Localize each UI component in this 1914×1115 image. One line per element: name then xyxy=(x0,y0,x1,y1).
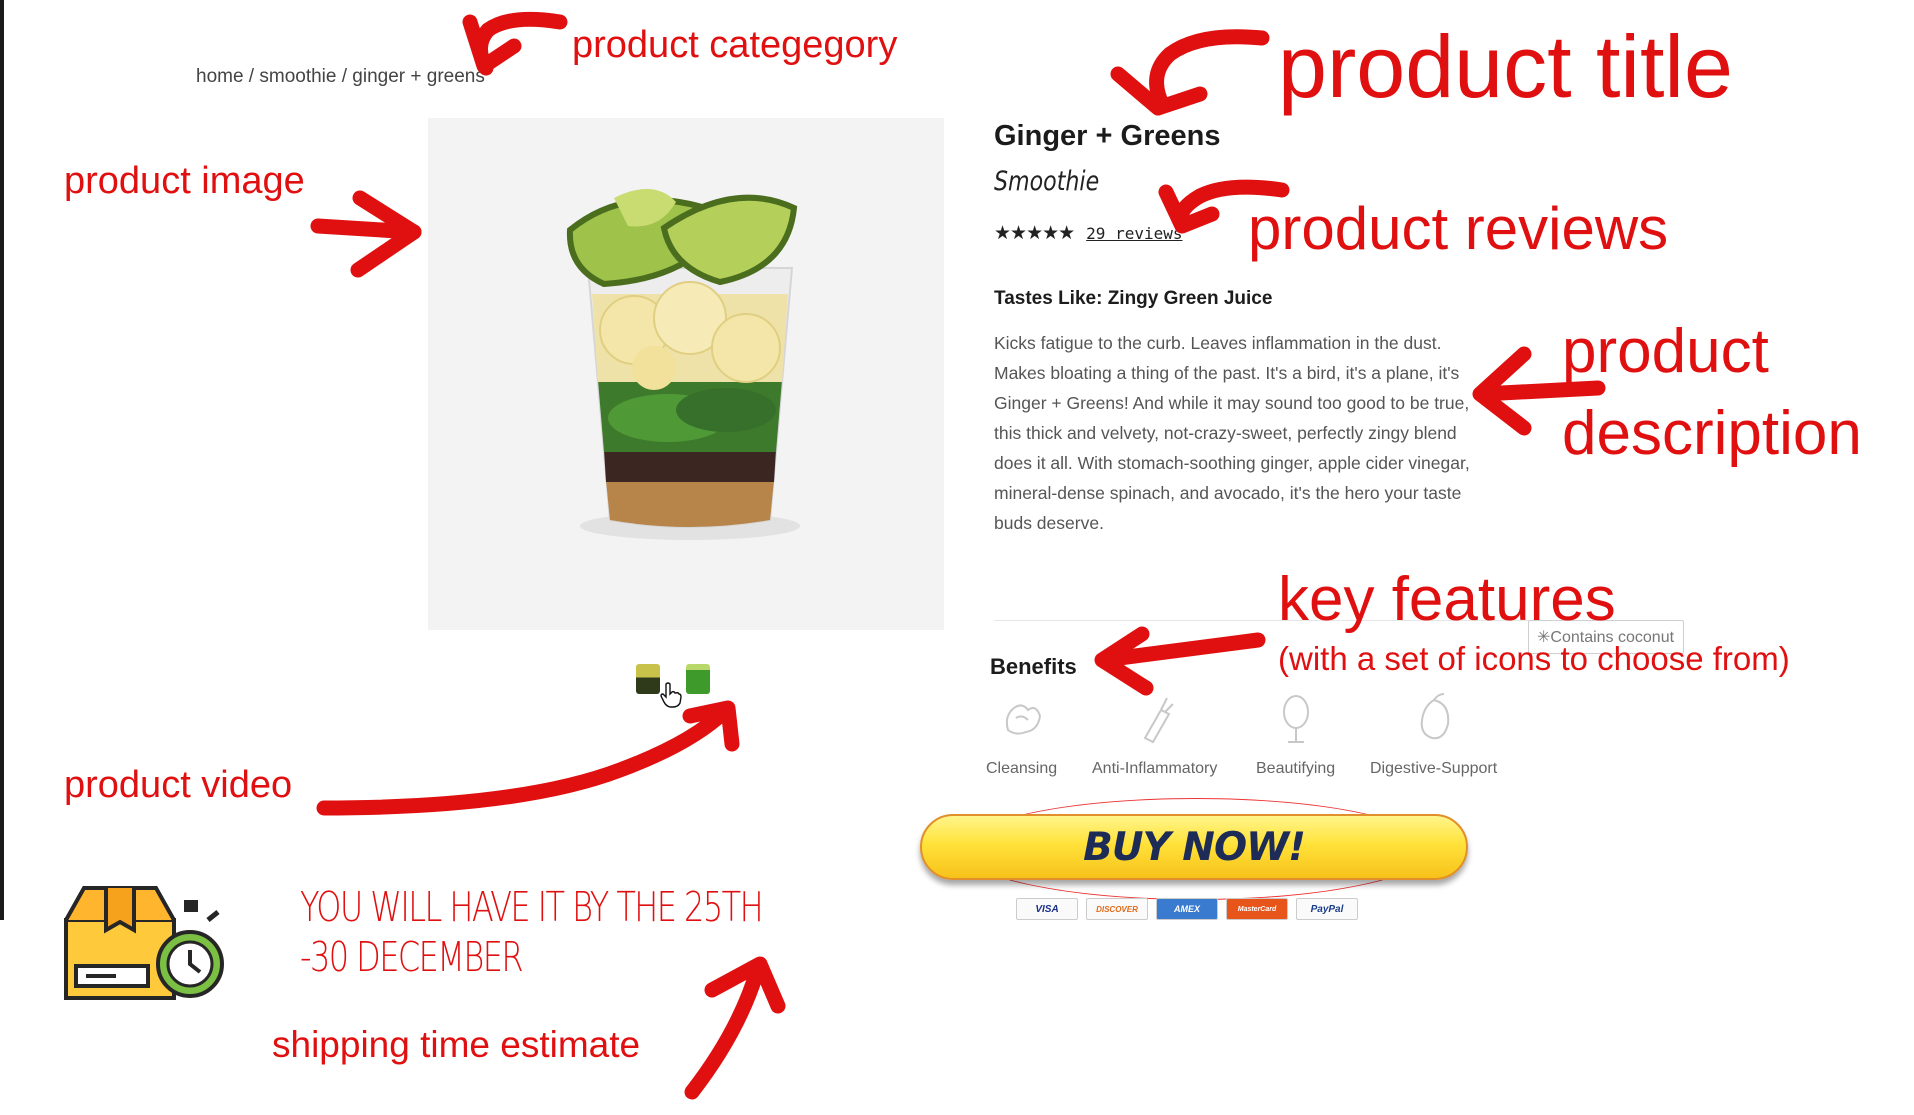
benefit-anti-inflammatory: Anti-Inflammatory xyxy=(1092,690,1217,778)
arrow-description xyxy=(1474,380,1606,402)
benefit-digestive-support: Digestive-Support xyxy=(1370,690,1497,778)
breadcrumb[interactable]: home / smoothie / ginger + greens xyxy=(196,66,485,88)
annotation-product-description-line1: product xyxy=(1562,317,1769,386)
discover-card-icon: DISCOVER xyxy=(1086,898,1148,920)
benefit-cleansing: Cleansing xyxy=(986,690,1057,778)
benefit-label: Cleansing xyxy=(986,760,1058,777)
shipping-delivery-date: YOU WILL HAVE IT BY THE 25TH -30 DECEMBE… xyxy=(300,883,764,981)
annotation-product-image: product image xyxy=(64,160,305,202)
hand-cursor-icon xyxy=(660,682,682,708)
arrow-reviews-head xyxy=(1158,184,1220,234)
arrow-title xyxy=(1149,29,1270,112)
benefit-label: Beautifying xyxy=(1256,760,1336,777)
paypal-icon: PayPal xyxy=(1296,898,1358,920)
shipping-box-stopwatch-icon xyxy=(64,886,224,1000)
video-thumbnail[interactable] xyxy=(686,664,710,694)
annotation-product-reviews: product reviews xyxy=(1248,195,1669,262)
benefit-label: Digestive-Support xyxy=(1370,760,1498,777)
arrow-category xyxy=(473,11,568,76)
visa-card-icon: VISA xyxy=(1016,898,1078,920)
image-thumbnail[interactable] xyxy=(636,664,660,694)
beautifying-icon xyxy=(1282,695,1309,743)
annotation-product-category: product categegory xyxy=(572,24,898,66)
arrow-image-head xyxy=(350,190,422,278)
buy-now-label: BUY NOW! xyxy=(1083,824,1306,870)
tastes-like-heading: Tastes Like: Zingy Green Juice xyxy=(994,288,1273,309)
rating-row: ★★★★★ 29 reviews xyxy=(994,222,1183,245)
arrow-features xyxy=(1096,632,1266,668)
product-subtitle: Smoothie xyxy=(994,166,1100,197)
annotation-key-features: key features xyxy=(1278,565,1616,634)
benefit-beautifying: Beautifying xyxy=(1256,690,1335,778)
anti-inflammatory-icon xyxy=(1143,697,1174,744)
arrow-features-head xyxy=(1094,626,1154,696)
arrow-category-head xyxy=(462,14,522,74)
annotation-product-video: product video xyxy=(64,764,293,806)
smoothie-cup-illustration xyxy=(566,188,800,540)
buy-now-button[interactable]: BUY NOW! xyxy=(920,814,1468,880)
arrow-video xyxy=(316,704,732,816)
payment-methods: VISA DISCOVER AMEX MasterCard PayPal xyxy=(1016,898,1358,920)
amex-card-icon: AMEX xyxy=(1156,898,1218,920)
product-image[interactable] xyxy=(428,118,944,630)
annotation-product-description-line2: description xyxy=(1562,399,1862,468)
benefits-heading: Benefits xyxy=(990,654,1077,679)
product-title: Ginger + Greens xyxy=(994,120,1221,152)
digestive-support-icon xyxy=(1420,693,1449,740)
arrow-video-head xyxy=(682,700,740,752)
window-edge xyxy=(0,0,4,920)
annotation-product-title: product title xyxy=(1278,17,1733,116)
arrow-image xyxy=(310,218,422,240)
product-description: Kicks fatigue to the curb. Leaves inflam… xyxy=(994,333,1470,533)
arrow-title-head xyxy=(1110,66,1208,116)
mastercard-icon: MasterCard xyxy=(1226,898,1288,920)
arrow-shipping xyxy=(684,960,766,1100)
benefit-label: Anti-Inflammatory xyxy=(1092,760,1218,777)
annotation-key-features-subtitle: (with a set of icons to choose from) xyxy=(1278,640,1790,677)
cleansing-icon xyxy=(1005,704,1041,735)
star-rating: ★★★★★ xyxy=(994,223,1075,244)
annotation-shipping-estimate: shipping time estimate xyxy=(272,1024,641,1065)
reviews-link[interactable]: 29 reviews xyxy=(1086,224,1182,243)
